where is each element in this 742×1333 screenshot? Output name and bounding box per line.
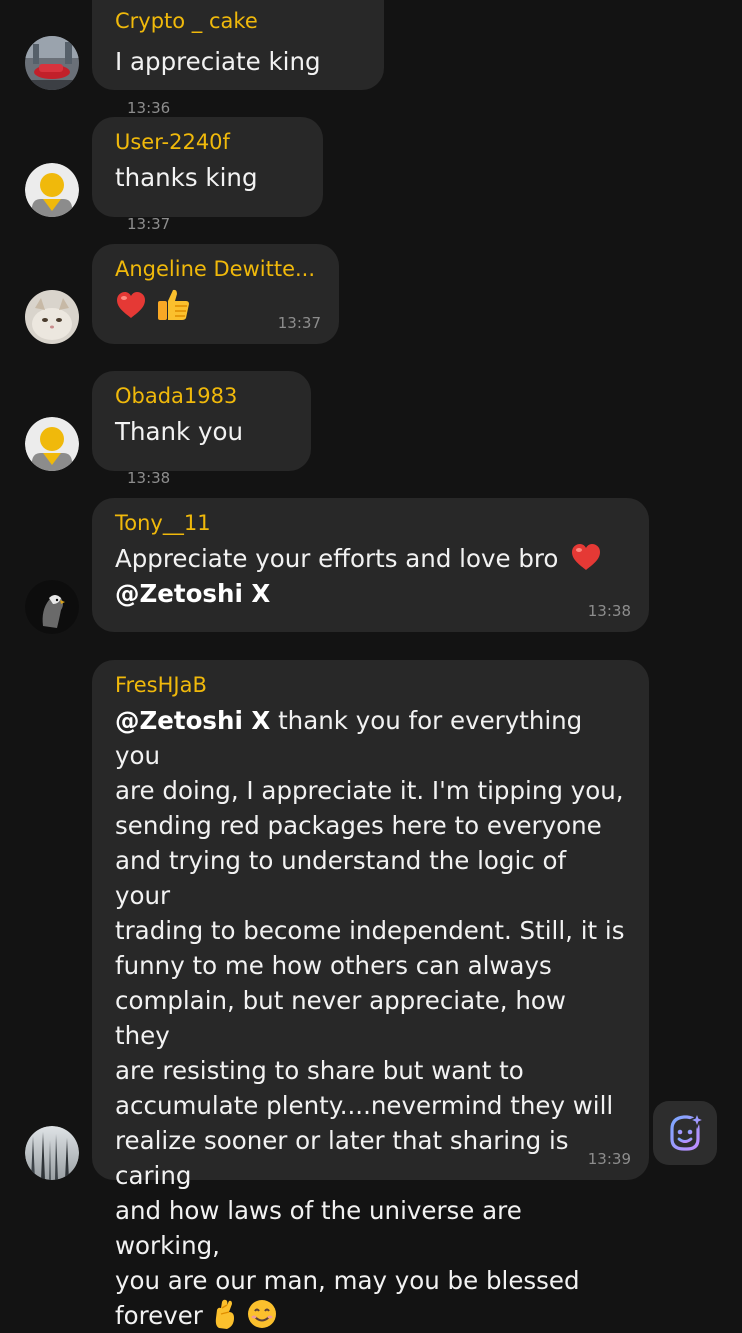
avatar[interactable] [25, 290, 79, 344]
sender-name[interactable]: Crypto _ cake [115, 8, 362, 34]
message-text: thanks king [115, 163, 258, 192]
mention-link[interactable]: @Zetoshi X [115, 579, 270, 608]
sender-name[interactable]: Angeline Dewitte... [115, 256, 317, 282]
heart-emoji [117, 292, 145, 318]
sender-name[interactable]: User-2240f [115, 129, 301, 155]
sender-name[interactable]: Obada1983 [115, 383, 289, 409]
message-time: 13:37 [127, 215, 171, 233]
heart-emoji [572, 544, 601, 570]
ai-assistant-button[interactable] [653, 1101, 717, 1165]
thumbs-up-emoji [157, 289, 189, 320]
sender-name[interactable]: Tony__11 [115, 510, 627, 536]
message-bubble[interactable]: User-2240f thanks king 13:37 [92, 117, 323, 233]
ai-assistant-icon [670, 1110, 707, 1151]
message-text: Thank you [115, 417, 244, 446]
message-bubble[interactable]: Crypto _ cake I appreciate king13:36 [92, 0, 384, 117]
crossed-fingers-emoji [215, 1299, 234, 1329]
sender-name[interactable]: FresHJaB [115, 672, 627, 698]
message-time: 13:37 [277, 314, 321, 332]
message-time: 13:39 [587, 1150, 631, 1168]
default-avatar[interactable] [25, 163, 79, 217]
message-bubble[interactable]: FresHJaB @Zetoshi X thank you for everyt… [92, 660, 649, 1330]
message-time: 13:38 [587, 602, 631, 620]
avatar[interactable] [25, 36, 79, 90]
default-avatar[interactable] [25, 417, 79, 471]
message-text: @Zetoshi X thank you for everything you … [115, 706, 625, 1330]
message-text: Appreciate your efforts and love bro [115, 544, 559, 573]
message-bubble[interactable]: Angeline Dewitte... 13:37 [92, 244, 339, 344]
message-time: 13:38 [127, 469, 171, 487]
message-bubble[interactable]: Obada1983 Thank you 13:38 [92, 371, 311, 487]
message-text: I appreciate king [115, 47, 321, 76]
mention-link[interactable]: @Zetoshi X [115, 706, 270, 735]
avatar[interactable] [25, 1126, 79, 1180]
avatar[interactable] [25, 580, 79, 634]
smiling-face-emoji [248, 1300, 277, 1328]
message-bubble[interactable]: Tony__11 Appreciate your efforts and lov… [92, 498, 649, 632]
